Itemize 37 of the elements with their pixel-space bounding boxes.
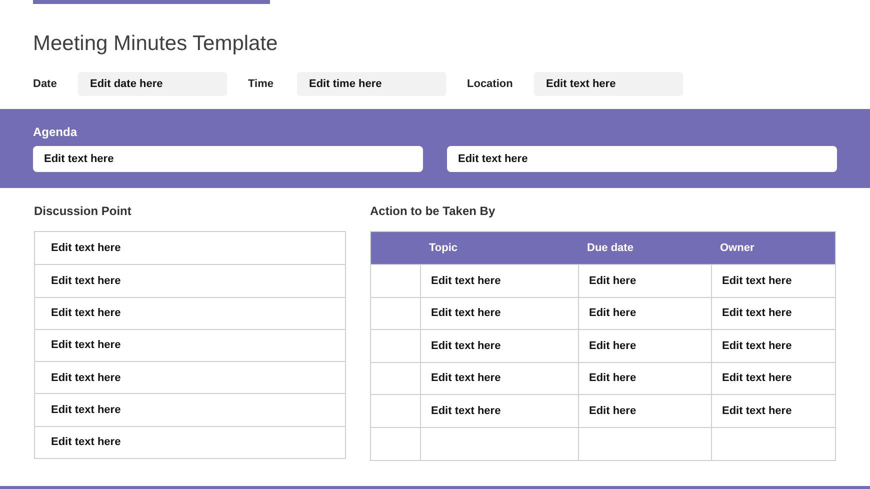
table-cell: Edit text here	[35, 393, 345, 426]
table-cell-text: Edit text here	[50, 240, 122, 256]
table-cell: Edit text here	[35, 264, 345, 297]
agenda-heading: Agenda	[33, 125, 78, 139]
table-cell: Edit text here	[35, 426, 345, 458]
table-cell: Edit text here	[421, 298, 579, 330]
field-label: Location	[467, 76, 514, 92]
table-cell: Edit here	[579, 395, 712, 427]
agenda-text-field[interactable]: Edit text here	[33, 146, 423, 172]
table-cell: Edit text here	[421, 395, 579, 427]
field-label: Date	[33, 76, 58, 92]
table-cell: Edit text here	[35, 296, 345, 329]
table-cell-text: Edit text here	[721, 338, 793, 354]
text-field[interactable]: Edit date here	[78, 72, 227, 96]
page-title: Meeting Minutes Template	[33, 31, 279, 57]
column-header: Due date	[586, 240, 634, 256]
table-cell-text: Edit text here	[721, 306, 793, 322]
column-header: Owner	[719, 240, 756, 256]
table-cell: Edit text here	[35, 328, 345, 362]
table-cell: Edit here	[579, 330, 712, 362]
table-cell: Edit text here	[421, 362, 579, 394]
field-label: Time	[248, 76, 274, 92]
text-field[interactable]: Edit text here	[534, 72, 683, 96]
table-cell-text: Edit text here	[721, 404, 793, 419]
table-cell-text: Edit text here	[721, 274, 793, 289]
section-heading: Action to be Taken By	[370, 204, 496, 218]
table-cell: Edit text here	[35, 361, 345, 394]
table-cell: Edit here	[579, 265, 712, 297]
table-cell: Edit here	[579, 362, 712, 394]
table-cell: Edit text here	[421, 265, 579, 297]
table-cell-text: Edit text here	[721, 371, 793, 386]
column-header: Topic	[428, 240, 459, 256]
table-cell: Edit here	[579, 298, 712, 330]
section-heading: Discussion Point	[34, 204, 132, 218]
table-cell: Edit text here	[421, 330, 579, 362]
agenda-text-field[interactable]: Edit text here	[447, 146, 837, 172]
text-field[interactable]: Edit time here	[297, 72, 446, 96]
